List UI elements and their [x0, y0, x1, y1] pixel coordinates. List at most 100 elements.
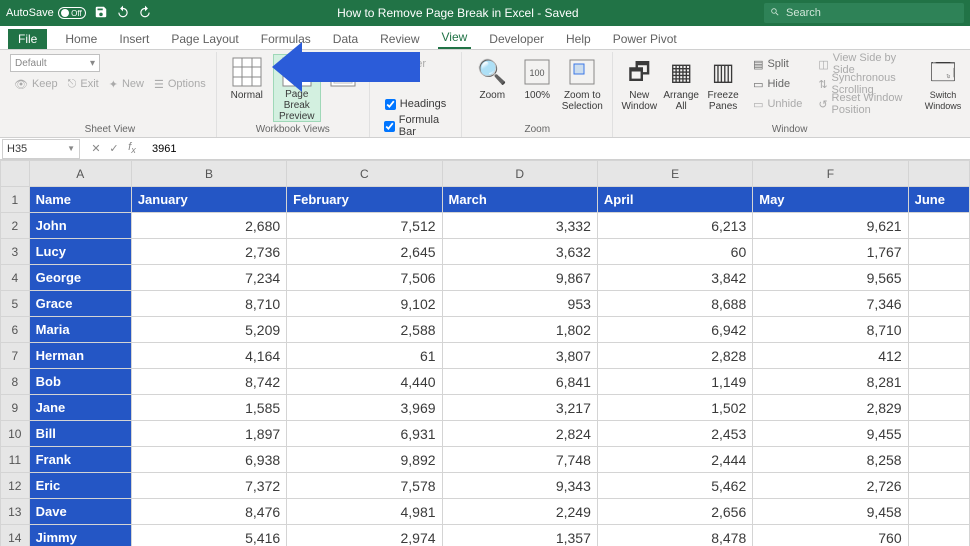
column-header-partial[interactable] — [908, 161, 969, 187]
new-window-button[interactable]: 🗗New Window — [619, 54, 659, 122]
group-window: 🗗New Window ▦Arrange All ▥Freeze Panes ▤… — [613, 52, 966, 137]
select-all-cell[interactable] — [1, 161, 30, 187]
undo-icon[interactable] — [116, 5, 130, 22]
column-header-c[interactable]: C — [287, 161, 442, 187]
cell[interactable]: January — [131, 187, 286, 213]
column-header-f[interactable]: F — [753, 161, 908, 187]
page-layout-button[interactable]: Page Layout — [323, 54, 363, 122]
group-label-sheet-view: Sheet View — [85, 124, 135, 137]
tab-home[interactable]: Home — [61, 29, 101, 49]
page-layout-icon — [327, 56, 359, 88]
svg-text:100: 100 — [530, 68, 545, 78]
new-icon: ✦ — [109, 78, 118, 91]
search-input[interactable] — [786, 7, 958, 19]
quick-access-toolbar: AutoSave Off — [6, 5, 152, 22]
autosave-label: AutoSave — [6, 7, 54, 19]
toggle-off-icon[interactable]: Off — [58, 7, 86, 19]
name-box[interactable]: H35 ▼ — [2, 139, 80, 159]
tab-power-pivot[interactable]: Power Pivot — [609, 29, 681, 49]
zoom-button[interactable]: 🔍Zoom — [468, 54, 516, 122]
unhide-button[interactable]: ▭Unhide — [749, 94, 806, 114]
view-side-by-side-button[interactable]: ◫View Side by Side — [814, 54, 924, 74]
hide-button[interactable]: ▭Hide — [749, 74, 806, 94]
chevron-down-icon: ▾ — [90, 58, 95, 69]
tab-page-layout[interactable]: Page Layout — [167, 29, 242, 49]
cell[interactable]: June — [908, 187, 969, 213]
zoom-icon: 🔍 — [476, 56, 508, 88]
zoom-to-selection-button[interactable]: Zoom to Selection — [558, 54, 606, 122]
hide-icon: ▭ — [753, 78, 763, 91]
eye-icon: 👁 — [14, 78, 28, 91]
redo-icon[interactable] — [138, 5, 152, 22]
formula-input[interactable] — [146, 143, 970, 155]
arrange-all-button[interactable]: ▦Arrange All — [661, 54, 701, 122]
table-row: 8Bob8,7424,4406,8411,1498,281 — [1, 369, 970, 395]
exit-icon: ⎋ — [68, 78, 77, 91]
switch-windows-button[interactable]: 🗔Switch Windows — [926, 54, 960, 122]
zoom-100-button[interactable]: 100100% — [518, 54, 556, 122]
unhide-icon: ▭ — [753, 98, 763, 111]
enter-formula-icon[interactable]: ✓ — [106, 142, 122, 155]
tab-data[interactable]: Data — [329, 29, 362, 49]
split-button[interactable]: ▤Split — [749, 54, 806, 74]
column-header-b[interactable]: B — [131, 161, 286, 187]
sync-scrolling-button[interactable]: ⇅Synchronous Scrolling — [814, 74, 924, 94]
new-button[interactable]: ✦New — [105, 74, 148, 94]
sheet-view-dropdown[interactable]: Default▾ — [10, 54, 100, 72]
cell[interactable]: April — [597, 187, 752, 213]
normal-view-icon — [231, 56, 263, 88]
switch-windows-icon: 🗔 — [927, 56, 959, 88]
new-window-icon: 🗗 — [623, 56, 655, 88]
column-header-a[interactable]: A — [29, 161, 131, 187]
keep-button[interactable]: 👁Keep — [10, 74, 62, 94]
cell[interactable]: May — [753, 187, 908, 213]
tab-review[interactable]: Review — [376, 29, 423, 49]
reset-window-position-button[interactable]: ↺Reset Window Position — [814, 94, 924, 114]
table-row: 12Eric7,3727,5789,3435,4622,726 — [1, 473, 970, 499]
cell[interactable]: Name — [29, 187, 131, 213]
table-row: 10Bill1,8976,9312,8242,4539,455 — [1, 421, 970, 447]
tab-formulas[interactable]: Formulas — [257, 29, 315, 49]
ribbon-tabs: File Home Insert Page Layout Formulas Da… — [0, 26, 970, 50]
tab-file[interactable]: File — [8, 29, 47, 49]
cancel-formula-icon[interactable]: ✕ — [88, 142, 104, 155]
options-button[interactable]: ☰Options — [150, 74, 210, 94]
table-row: 1 Name January February March April May … — [1, 187, 970, 213]
autosave-toggle[interactable]: AutoSave Off — [6, 7, 86, 19]
chevron-down-icon[interactable]: ▼ — [67, 144, 75, 153]
save-icon[interactable] — [94, 5, 108, 22]
table-row: 13Dave8,4764,9812,2492,6569,458 — [1, 499, 970, 525]
formula-bar: H35 ▼ ✕ ✓ fx — [0, 138, 970, 160]
page-break-preview-button[interactable]: Page Break Preview — [273, 54, 321, 122]
zoom-100-icon: 100 — [521, 56, 553, 88]
cell[interactable]: March — [442, 187, 597, 213]
fx-icon[interactable]: fx — [124, 141, 140, 155]
tab-view[interactable]: View — [438, 27, 472, 49]
cell[interactable]: February — [287, 187, 442, 213]
worksheet-grid[interactable]: A B C D E F 1 Name January February Marc… — [0, 160, 970, 546]
document-title: How to Remove Page Break in Excel - Save… — [152, 6, 764, 20]
table-row: 7Herman4,164613,8072,828412 — [1, 343, 970, 369]
normal-view-button[interactable]: Normal — [223, 54, 271, 122]
tab-developer[interactable]: Developer — [485, 29, 548, 49]
page-break-preview-icon — [281, 57, 313, 87]
column-header-d[interactable]: D — [442, 161, 597, 187]
table-row: 11Frank6,9389,8927,7482,4448,258 — [1, 447, 970, 473]
tab-insert[interactable]: Insert — [115, 29, 153, 49]
split-icon: ▤ — [753, 58, 763, 71]
group-workbook-views: Normal Page Break Preview Page Layout Wo… — [217, 52, 370, 137]
formula-bar-checkbox[interactable]: Formula Bar — [382, 116, 456, 136]
freeze-panes-button[interactable]: ▥Freeze Panes — [703, 54, 743, 122]
column-header-e[interactable]: E — [597, 161, 752, 187]
group-zoom: 🔍Zoom 100100% Zoom to Selection Zoom — [462, 52, 613, 137]
table-row: 6Maria5,2092,5881,8026,9428,710 — [1, 317, 970, 343]
row-header[interactable]: 1 — [1, 187, 30, 213]
sync-scroll-icon: ⇅ — [818, 78, 827, 91]
table-row: 2John2,6807,5123,3326,2139,621 — [1, 213, 970, 239]
group-label-workbook-views: Workbook Views — [256, 124, 330, 137]
tab-help[interactable]: Help — [562, 29, 595, 49]
headings-checkbox[interactable]: Headings — [383, 94, 448, 114]
exit-button[interactable]: ⎋Exit — [64, 74, 103, 94]
ruler-checkbox[interactable]: Ruler — [383, 54, 428, 74]
search-box[interactable] — [764, 3, 964, 23]
